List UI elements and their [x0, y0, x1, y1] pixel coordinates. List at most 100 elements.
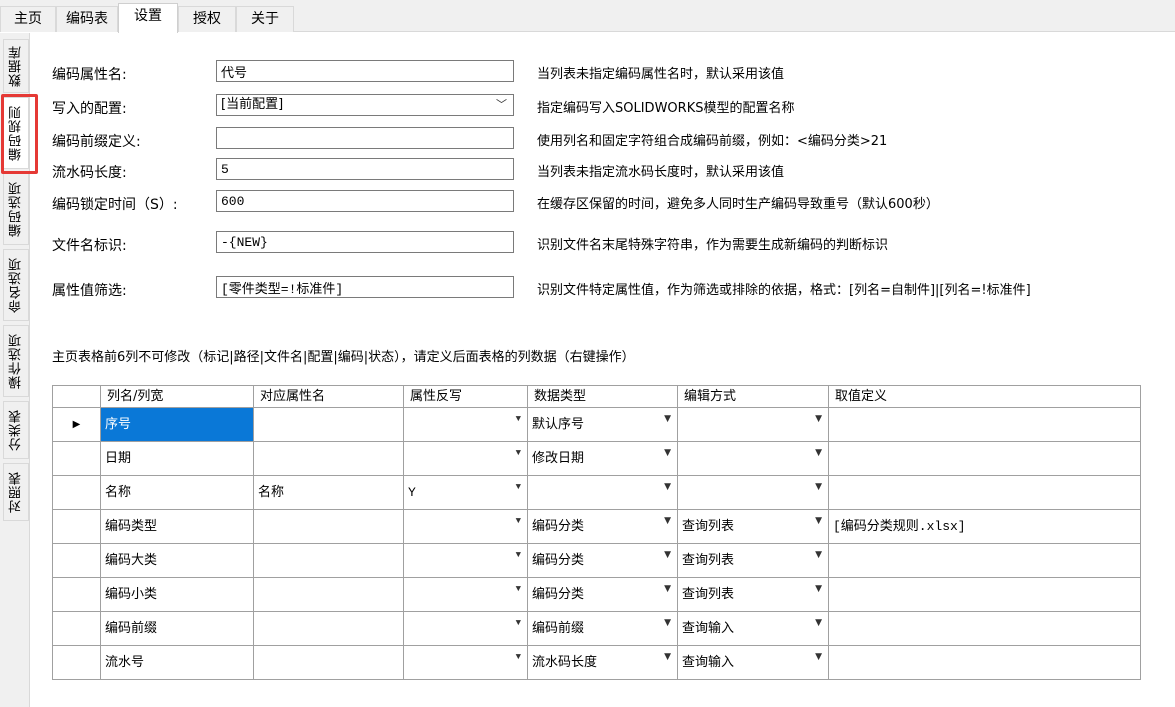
dropdown-arrow-icon[interactable]: ▼	[516, 516, 521, 526]
table-cell[interactable]	[829, 408, 1141, 441]
table-cell[interactable]: 编码小类	[101, 578, 254, 611]
filter-input[interactable]	[216, 276, 514, 298]
dropdown-arrow-icon[interactable]: ▼	[516, 482, 521, 492]
side-tab-code-rules[interactable]: 编码规则	[3, 97, 29, 169]
table-cell[interactable]: ▼	[404, 408, 528, 441]
table-cell[interactable]: ▼	[678, 476, 829, 509]
table-cell[interactable]: 流水号	[101, 646, 254, 679]
dropdown-arrow-icon[interactable]: ▼	[815, 482, 822, 492]
table-row[interactable]: 编码小类 ▼ 编码分类 ▼ 查询列表 ▼	[53, 578, 1140, 612]
dropdown-arrow-icon[interactable]: ▼	[815, 414, 822, 424]
row-header[interactable]	[53, 442, 101, 475]
prop-name-input[interactable]	[216, 60, 514, 82]
table-cell[interactable]: 编码前缀 ▼	[528, 612, 678, 645]
row-header[interactable]	[53, 646, 101, 679]
dropdown-arrow-icon[interactable]: ▼	[815, 448, 822, 458]
table-cell[interactable]: ▼	[678, 442, 829, 475]
tab-home[interactable]: 主页	[0, 6, 56, 32]
table-cell[interactable]: ▼	[404, 646, 528, 679]
table-cell[interactable]: 名称	[254, 476, 404, 509]
dropdown-arrow-icon[interactable]: ▼	[664, 550, 671, 560]
lock-time-input[interactable]	[216, 190, 514, 212]
dropdown-arrow-icon[interactable]: ▼	[664, 482, 671, 492]
table-cell[interactable]: 编码分类 ▼	[528, 544, 678, 577]
table-cell[interactable]: ▼	[678, 408, 829, 441]
table-cell[interactable]: ▼	[404, 544, 528, 577]
col-header[interactable]: 编辑方式	[678, 386, 829, 407]
prefix-input[interactable]	[216, 127, 514, 149]
col-header[interactable]: 取值定义	[829, 386, 1141, 407]
dropdown-arrow-icon[interactable]: ▼	[516, 550, 521, 560]
table-cell[interactable]: 修改日期 ▼	[528, 442, 678, 475]
dropdown-arrow-icon[interactable]: ▼	[516, 448, 521, 458]
serial-len-input[interactable]	[216, 158, 514, 180]
dropdown-arrow-icon[interactable]: ▼	[664, 652, 671, 662]
table-cell[interactable]	[254, 442, 404, 475]
table-cell[interactable]: ▼	[404, 578, 528, 611]
row-header[interactable]	[53, 612, 101, 645]
table-cell[interactable]: 默认序号 ▼	[528, 408, 678, 441]
table-cell[interactable]: 编码分类 ▼	[528, 578, 678, 611]
row-header[interactable]	[53, 578, 101, 611]
dropdown-arrow-icon[interactable]: ▼	[815, 550, 822, 560]
dropdown-arrow-icon[interactable]: ▼	[664, 516, 671, 526]
table-cell[interactable]: ▼	[404, 612, 528, 645]
row-header[interactable]	[53, 544, 101, 577]
table-cell[interactable]: 名称	[101, 476, 254, 509]
side-tab-database[interactable]: 数据库	[3, 39, 29, 93]
dropdown-arrow-icon[interactable]: ▼	[664, 448, 671, 458]
table-cell[interactable]: [编码分类规则.xlsx]	[829, 510, 1141, 543]
dropdown-arrow-icon[interactable]: ▼	[516, 584, 521, 594]
row-header[interactable]	[53, 476, 101, 509]
table-cell[interactable]: 查询列表 ▼	[678, 578, 829, 611]
side-tab-category-table[interactable]: 分类表	[3, 401, 29, 459]
side-tab-operation-options[interactable]: 操作选项	[3, 325, 29, 397]
table-cell[interactable]: 查询输入 ▼	[678, 612, 829, 645]
table-cell[interactable]: 序号	[101, 408, 254, 441]
dropdown-arrow-icon[interactable]: ▼	[516, 618, 521, 628]
col-header[interactable]: 数据类型	[528, 386, 678, 407]
dropdown-arrow-icon[interactable]: ▼	[815, 652, 822, 662]
col-header[interactable]: 对应属性名	[254, 386, 404, 407]
table-cell[interactable]: 编码前缀	[101, 612, 254, 645]
dropdown-arrow-icon[interactable]: ▼	[516, 652, 521, 662]
table-row[interactable]: 日期 ▼ 修改日期 ▼ ▼	[53, 442, 1140, 476]
tab-settings[interactable]: 设置	[118, 3, 178, 33]
tab-about[interactable]: 关于	[236, 6, 294, 32]
table-cell[interactable]	[829, 544, 1141, 577]
table-row[interactable]: 编码大类 ▼ 编码分类 ▼ 查询列表 ▼	[53, 544, 1140, 578]
tab-code-table[interactable]: 编码表	[56, 6, 118, 32]
table-cell[interactable]	[829, 612, 1141, 645]
table-cell[interactable]	[254, 646, 404, 679]
dropdown-arrow-icon[interactable]: ▼	[664, 618, 671, 628]
table-row[interactable]: 编码前缀 ▼ 编码前缀 ▼ 查询输入 ▼	[53, 612, 1140, 646]
config-select[interactable]: [当前配置] ﹀	[216, 94, 514, 116]
col-header[interactable]: 属性反写	[404, 386, 528, 407]
table-cell[interactable]: ▼	[528, 476, 678, 509]
table-cell[interactable]: ▼	[404, 510, 528, 543]
row-indicator-icon[interactable]: ▶	[53, 408, 101, 441]
dropdown-arrow-icon[interactable]: ▼	[815, 584, 822, 594]
table-cell[interactable]: Y ▼	[404, 476, 528, 509]
table-cell[interactable]	[254, 510, 404, 543]
table-cell[interactable]: 编码类型	[101, 510, 254, 543]
side-tab-code-options[interactable]: 编码选项	[3, 173, 29, 245]
table-row[interactable]: ▶ 序号 ▼ 默认序号 ▼ ▼	[53, 408, 1140, 442]
table-cell[interactable]	[829, 442, 1141, 475]
table-cell[interactable]	[829, 646, 1141, 679]
side-tab-mapping-table[interactable]: 对照表	[3, 463, 29, 521]
table-cell[interactable]: 编码分类 ▼	[528, 510, 678, 543]
tab-license[interactable]: 授权	[178, 6, 236, 32]
col-header[interactable]: 列名/列宽	[101, 386, 254, 407]
table-cell[interactable]: 编码大类	[101, 544, 254, 577]
dropdown-arrow-icon[interactable]: ▼	[815, 516, 822, 526]
table-cell[interactable]	[254, 578, 404, 611]
table-row[interactable]: 流水号 ▼ 流水码长度 ▼ 查询输入 ▼	[53, 646, 1140, 680]
dropdown-arrow-icon[interactable]: ▼	[664, 584, 671, 594]
table-cell[interactable]	[254, 612, 404, 645]
table-cell[interactable]	[254, 408, 404, 441]
table-cell[interactable]	[254, 544, 404, 577]
dropdown-arrow-icon[interactable]: ▼	[516, 414, 521, 424]
table-cell[interactable]: 日期	[101, 442, 254, 475]
table-cell[interactable]	[829, 578, 1141, 611]
